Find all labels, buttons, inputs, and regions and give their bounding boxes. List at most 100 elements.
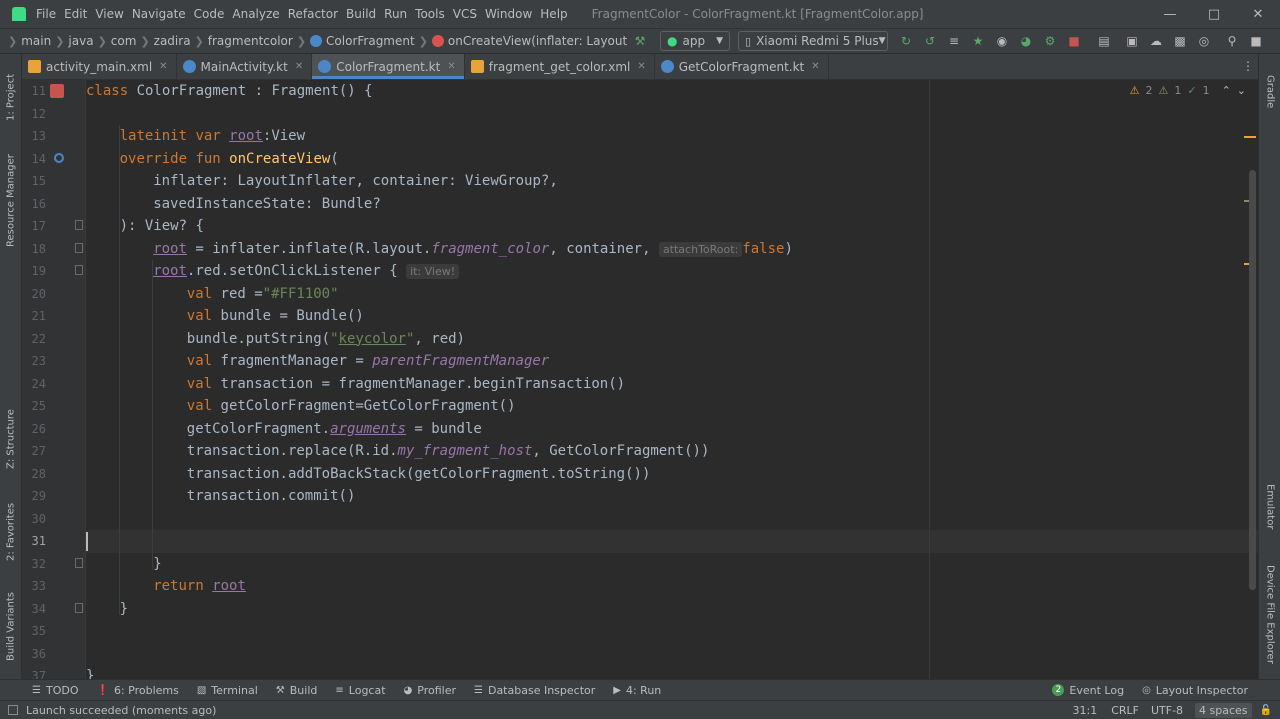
breadcrumb-fragmentcolor[interactable]: fragmentcolor xyxy=(208,34,293,48)
build-variants-tab[interactable]: Build Variants xyxy=(0,584,22,669)
sign-in-icon[interactable]: ■ xyxy=(1248,33,1264,49)
caret-position[interactable]: 31:1 xyxy=(1072,704,1097,717)
menu-navigate[interactable]: Navigate xyxy=(128,7,190,21)
indent-setting[interactable]: 4 spaces xyxy=(1195,702,1252,718)
menu-analyze[interactable]: Analyze xyxy=(228,7,283,21)
override-method-gutter-icon[interactable] xyxy=(54,153,64,163)
build-tool-button[interactable]: ⚒ Build xyxy=(276,684,318,697)
menu-edit[interactable]: Edit xyxy=(60,7,91,21)
previous-highlight-icon[interactable]: ⌃ xyxy=(1222,84,1231,97)
emulator-tool-tab[interactable]: Emulator xyxy=(1259,474,1280,539)
logcat-tool-button[interactable]: ≡ Logcat xyxy=(335,684,385,697)
vertical-scrollbar[interactable] xyxy=(1249,170,1256,590)
breadcrumb-colorfragment[interactable]: ColorFragment xyxy=(310,34,415,48)
code-text-area[interactable]: class ColorFragment : Fragment() { latei… xyxy=(86,80,1258,679)
tab-list-menu-icon[interactable]: ⋮ xyxy=(1242,59,1254,73)
device-file-explorer-tab[interactable]: Device File Explorer xyxy=(1259,554,1280,674)
close-icon[interactable]: ✕ xyxy=(447,61,455,72)
menu-tools[interactable]: Tools xyxy=(411,7,449,21)
layout-inspector-button[interactable]: ◎ Layout Inspector xyxy=(1142,684,1248,697)
layout-inspector-icon[interactable]: ◎ xyxy=(1196,33,1212,49)
run-configuration-select[interactable]: ● app ▼ xyxy=(660,31,730,51)
status-message[interactable]: Launch succeeded (moments ago) xyxy=(26,704,216,717)
menu-code[interactable]: Code xyxy=(190,7,229,21)
debug-icon[interactable]: ★ xyxy=(970,33,986,49)
warning-stripe[interactable] xyxy=(1244,136,1256,138)
sdk-manager-icon[interactable]: ▣ xyxy=(1124,33,1140,49)
menu-help[interactable]: Help xyxy=(536,7,571,21)
todo-tool-button[interactable]: ☰ TODO xyxy=(32,684,78,697)
database-inspector-button[interactable]: ☰ Database Inspector xyxy=(474,684,595,697)
tab-colorfragment-kt[interactable]: ColorFragment.kt ✕ xyxy=(312,54,465,79)
line-number: 20 xyxy=(31,286,46,301)
problems-tool-button[interactable]: ❗ 6: Problems xyxy=(96,684,178,697)
gradle-sync-icon[interactable]: ☁ xyxy=(1148,33,1164,49)
gradle-tool-tab[interactable]: Gradle xyxy=(1259,62,1280,122)
menu-vcs[interactable]: VCS xyxy=(449,7,481,21)
fold-marker-icon[interactable] xyxy=(75,243,83,253)
apply-code-changes-icon[interactable]: ↺ xyxy=(922,33,938,49)
code-string-typo: keycolor xyxy=(338,330,406,347)
stop-icon[interactable]: ■ xyxy=(1066,33,1082,49)
layout-inspector-icon: ◎ xyxy=(1142,684,1151,696)
menu-refactor[interactable]: Refactor xyxy=(284,7,342,21)
coverage-icon[interactable]: ◉ xyxy=(994,33,1010,49)
inspection-widget[interactable]: ⚠ 2 ⚠ 1 ✓ 1 ⌃ ⌄ xyxy=(1130,84,1246,97)
tab-fragment-get-color-xml[interactable]: fragment_get_color.xml ✕ xyxy=(465,54,655,79)
profile-icon[interactable]: ◕ xyxy=(1018,33,1034,49)
menu-file[interactable]: File xyxy=(32,7,60,21)
menu-run[interactable]: Run xyxy=(380,7,411,21)
close-window-button[interactable]: ✕ xyxy=(1238,0,1278,28)
code-line: transaction.addToBackStack(getColorFragm… xyxy=(186,465,651,482)
breadcrumb-com[interactable]: com xyxy=(111,34,137,48)
search-icon[interactable]: ⚲ xyxy=(1224,33,1240,49)
close-icon[interactable]: ✕ xyxy=(159,61,167,72)
tab-activity-main-xml[interactable]: activity_main.xml ✕ xyxy=(22,54,177,79)
terminal-tool-button[interactable]: ▧ Terminal xyxy=(197,684,258,697)
maximize-button[interactable]: □ xyxy=(1194,0,1234,28)
device-select[interactable]: ▯ Xiaomi Redmi 5 Plus ▼ xyxy=(738,31,888,51)
breadcrumb-java[interactable]: java xyxy=(68,34,93,48)
event-log-button[interactable]: 2 Event Log xyxy=(1052,684,1124,697)
tab-getcolorfragment-kt[interactable]: GetColorFragment.kt ✕ xyxy=(655,54,829,79)
project-tool-tab[interactable]: 1: Project xyxy=(0,62,22,132)
code-text: red = xyxy=(220,285,263,302)
menu-window[interactable]: Window xyxy=(481,7,536,21)
menu-build[interactable]: Build xyxy=(342,7,380,21)
warning-icon: ⚠ xyxy=(1129,84,1140,97)
attach-debugger-icon[interactable]: ⚙ xyxy=(1042,33,1058,49)
file-encoding[interactable]: UTF-8 xyxy=(1151,704,1183,717)
next-highlight-icon[interactable]: ⌄ xyxy=(1237,84,1246,97)
device-manager-icon[interactable]: ▩ xyxy=(1172,33,1188,49)
tab-mainactivity-kt[interactable]: MainActivity.kt ✕ xyxy=(177,54,313,79)
run-tool-button[interactable]: ▶ 4: Run xyxy=(613,684,661,697)
breadcrumb-zadira[interactable]: zadira xyxy=(154,34,191,48)
breadcrumb-main[interactable]: main xyxy=(21,34,51,48)
minimize-button[interactable]: — xyxy=(1150,0,1190,28)
breadcrumb-method[interactable]: onCreateView(inflater: LayoutInflater, c… xyxy=(431,34,628,48)
fold-marker-icon[interactable] xyxy=(75,558,83,568)
line-separator[interactable]: CRLF xyxy=(1111,704,1139,717)
sync-icon[interactable]: ≡ xyxy=(946,33,962,49)
fold-marker-icon[interactable] xyxy=(75,265,83,275)
lock-icon[interactable]: 🔓 xyxy=(1260,705,1272,716)
code-editor[interactable]: 11 12 13 14 15 16 17 18 19 20 21 22 23 2… xyxy=(22,80,1258,679)
structure-tool-tab[interactable]: Z: Structure xyxy=(0,399,22,479)
tool-windows-toggle-icon[interactable] xyxy=(8,705,18,715)
apply-changes-restart-icon[interactable]: ↻ xyxy=(898,33,914,49)
make-project-hammer-icon[interactable]: ⚒ xyxy=(632,33,648,49)
profiler-tool-button[interactable]: ◕ Profiler xyxy=(404,684,456,697)
resource-manager-tab[interactable]: Resource Manager xyxy=(0,146,22,256)
fragment-class-gutter-icon[interactable] xyxy=(50,84,64,98)
close-icon[interactable]: ✕ xyxy=(295,61,303,72)
close-icon[interactable]: ✕ xyxy=(637,61,645,72)
favorites-tool-tab[interactable]: 2: Favorites xyxy=(0,492,22,572)
menu-view[interactable]: View xyxy=(91,7,127,21)
fold-marker-icon[interactable] xyxy=(75,603,83,613)
fold-marker-icon[interactable] xyxy=(75,220,83,230)
code-line: ): View? { xyxy=(119,218,204,234)
code-text: , red) xyxy=(414,330,465,347)
avd-manager-icon[interactable]: ▤ xyxy=(1096,33,1112,49)
close-icon[interactable]: ✕ xyxy=(811,61,819,72)
device-file-explorer-label: Device File Explorer xyxy=(1264,564,1276,664)
